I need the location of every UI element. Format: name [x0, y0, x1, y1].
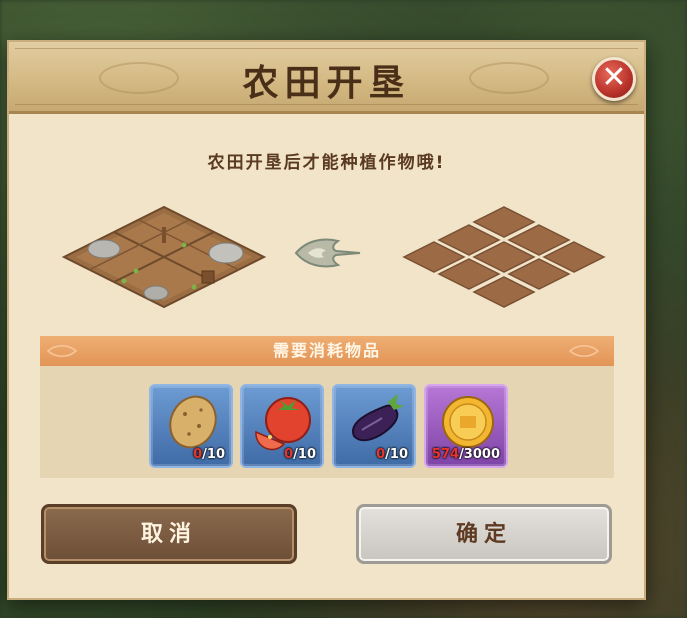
required-item-gold-coin[interactable]: 574/3000: [424, 384, 508, 468]
required-items-header: 需要消耗物品: [40, 336, 614, 366]
item-owned-count: 0: [193, 447, 203, 462]
required-item-eggplant[interactable]: 0/10: [332, 384, 416, 468]
header-right-ornament: [568, 345, 600, 357]
item-owned-count: 574: [431, 447, 460, 462]
item-count: 0/10: [376, 447, 408, 462]
item-required-count: /10: [293, 447, 316, 462]
required-item-tomato[interactable]: 0/10: [240, 384, 324, 468]
required-items-title: 需要消耗物品: [272, 341, 381, 360]
potato-icon: [169, 395, 217, 449]
gold-coin-icon: [442, 396, 494, 448]
tomato-icon: [255, 397, 311, 451]
required-item-potato[interactable]: 0/10: [149, 384, 233, 468]
header-left-ornament: [46, 345, 78, 357]
item-required-count: /10: [202, 447, 225, 462]
item-owned-count: 0: [284, 447, 294, 462]
required-items-panel: [40, 366, 614, 478]
eggplant-icon: [352, 394, 404, 442]
item-required-count: /3000: [459, 447, 500, 462]
item-count: 0/10: [284, 447, 316, 462]
requirements-layer: 需要消耗物品 0/10 0/10 0/10 574/3000 取消 确定: [7, 40, 646, 600]
item-count: 0/10: [193, 447, 225, 462]
item-count: 574/3000: [432, 447, 500, 462]
cancel-button[interactable]: 取消: [41, 504, 297, 564]
item-required-count: /10: [385, 447, 408, 462]
item-owned-count: 0: [376, 447, 386, 462]
confirm-button[interactable]: 确定: [356, 504, 612, 564]
